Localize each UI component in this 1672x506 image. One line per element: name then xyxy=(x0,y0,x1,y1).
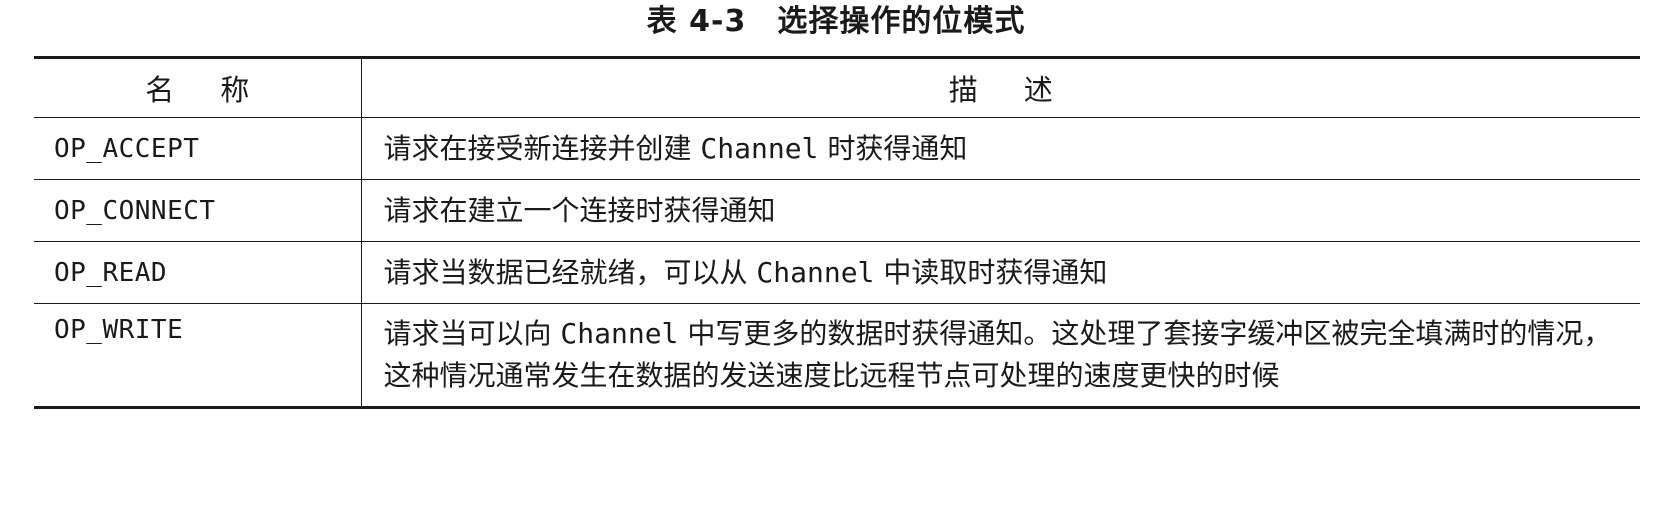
header-description: 描述 xyxy=(360,57,1640,118)
option-description: 请求在建立一个连接时获得通知 xyxy=(360,179,1640,242)
selection-ops-table: 名称 描述 OP_ACCEPT 请求在接受新连接并创建 Channel 时获得通… xyxy=(34,56,1640,409)
description-text: 中读取时获得通知 xyxy=(874,255,1108,289)
option-name: OP_ACCEPT xyxy=(34,117,361,180)
description-text: 请求当可以向 xyxy=(383,317,561,350)
code-channel: Channel xyxy=(700,131,819,165)
header-row: 名称 描述 xyxy=(34,57,1640,118)
option-name: OP_READ xyxy=(34,241,361,304)
option-name: OP_CONNECT xyxy=(34,179,361,242)
code-channel: Channel xyxy=(560,317,679,350)
description-text: 时获得通知 xyxy=(818,131,968,165)
description-text: 请求在接受新连接并创建 xyxy=(383,131,701,165)
table-row: OP_ACCEPT 请求在接受新连接并创建 Channel 时获得通知 xyxy=(34,117,1640,180)
table-row: OP_READ 请求当数据已经就绪，可以从 Channel 中读取时获得通知 xyxy=(34,241,1640,304)
option-description: 请求在接受新连接并创建 Channel 时获得通知 xyxy=(360,117,1640,180)
option-description: 请求当数据已经就绪，可以从 Channel 中读取时获得通知 xyxy=(360,241,1640,304)
table-row: OP_CONNECT 请求在建立一个连接时获得通知 xyxy=(34,179,1640,242)
description-text: 请求当数据已经就绪，可以从 xyxy=(383,255,757,289)
option-name: OP_WRITE xyxy=(54,315,184,345)
code-channel: Channel xyxy=(756,255,875,289)
table-row: OP_WRITE 请求当可以向 Channel 中写更多的数据时获得通知。这处理… xyxy=(34,303,1640,408)
description-text: 请求在建立一个连接时获得通知 xyxy=(383,193,776,227)
header-name: 名称 xyxy=(34,57,361,118)
table-caption: 表 4-3 选择操作的位模式 xyxy=(646,4,1026,39)
option-description: 请求当可以向 Channel 中写更多的数据时获得通知。这处理了套接字缓冲区被完… xyxy=(360,303,1640,408)
